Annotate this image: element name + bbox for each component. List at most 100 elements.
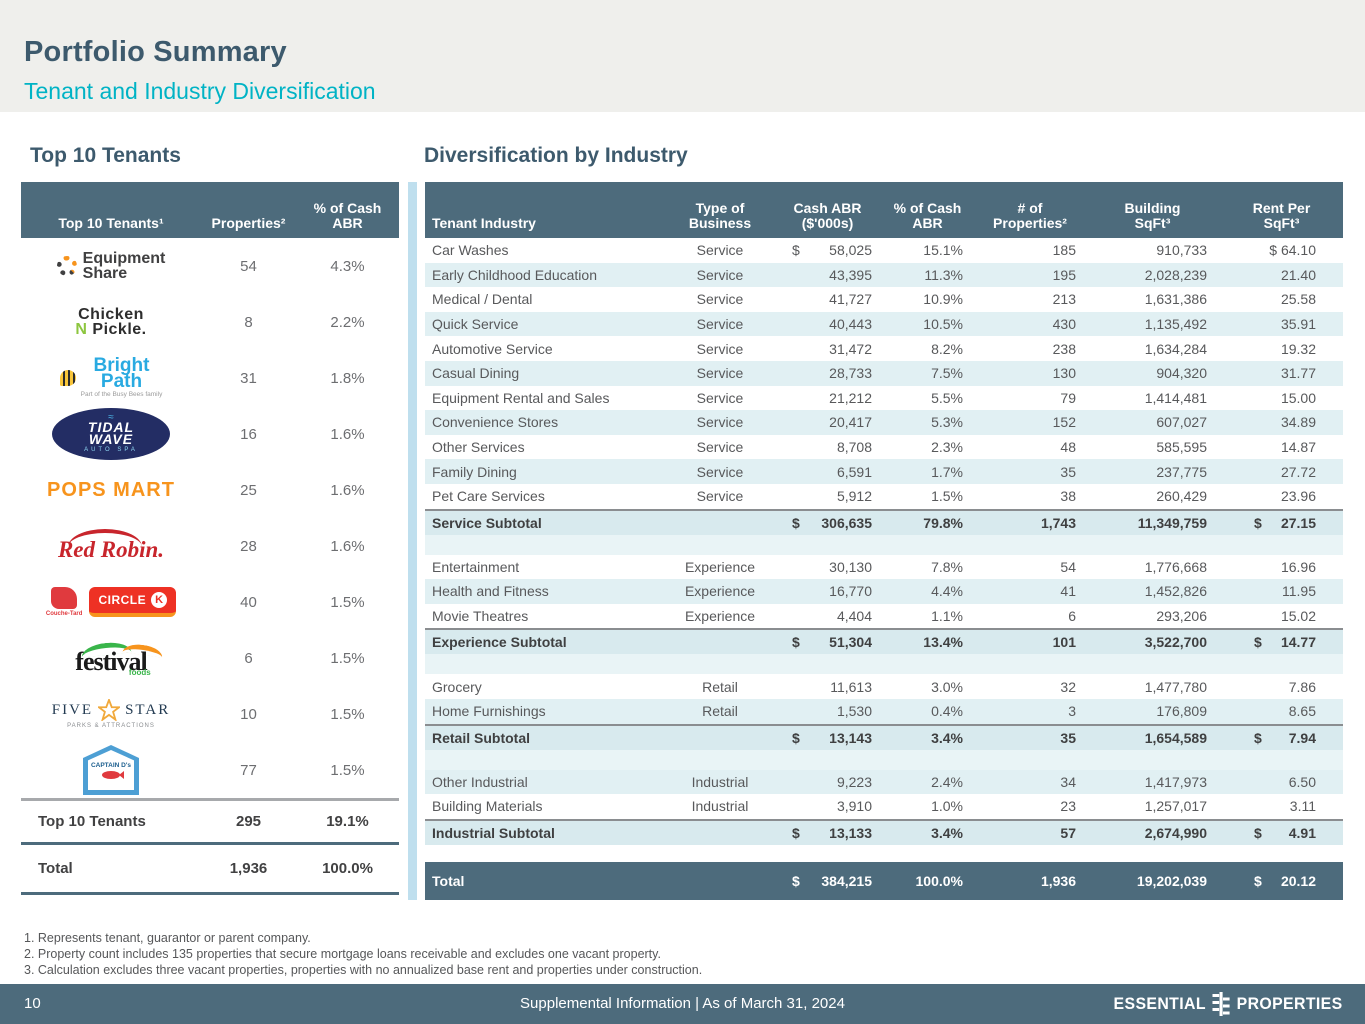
cell-pct-cash-abr: 5.5% xyxy=(880,390,975,406)
cell-building-sqft: 1,452,826 xyxy=(1085,583,1220,599)
page-subtitle: Tenant and Industry Diversification xyxy=(24,78,376,105)
cell-num-properties: 48 xyxy=(975,439,1085,455)
cell-building-sqft: 910,733 xyxy=(1085,242,1220,258)
tenant-pct-abr-cell: 1.5% xyxy=(296,594,399,611)
footnote-1: 1. Represents tenant, guarantor or paren… xyxy=(24,930,702,946)
cell-industry: Industrial Subtotal xyxy=(425,825,665,841)
cell-cash-abr: 30,130 xyxy=(775,559,880,575)
cell-building-sqft: 293,206 xyxy=(1085,608,1220,624)
cell-pct-cash-abr: 5.3% xyxy=(880,414,975,430)
circle-k-logo: Couche-TardCIRCLEK xyxy=(46,587,176,617)
slide: Portfolio Summary Tenant and Industry Di… xyxy=(0,0,1365,1024)
subtotal-row: Industrial Subtotal$13,1333.4%572,674,99… xyxy=(425,819,1343,845)
tenant-logo-cell: CAPTAIN D's xyxy=(21,742,201,798)
cell-type-of-business: Service xyxy=(665,390,775,406)
tenant-logo-cell: EquipmentShare xyxy=(21,238,201,294)
cell-pct-cash-abr: 7.8% xyxy=(880,559,975,575)
cell-industry: Medical / Dental xyxy=(425,291,665,307)
cell-pct-cash-abr: 3.0% xyxy=(880,679,975,695)
cell-type-of-business: Service xyxy=(665,414,775,430)
summary-label: Top 10 Tenants xyxy=(21,813,201,830)
cell-rent-per-sqft: 7.86 xyxy=(1220,679,1343,695)
cell-rent-per-sqft: 31.77 xyxy=(1220,365,1343,381)
cell-rent-per-sqft: 35.91 xyxy=(1220,316,1343,332)
industry-table: Tenant Industry Type of Business Cash AB… xyxy=(425,182,1343,900)
cell-industry: Automotive Service xyxy=(425,341,665,357)
cell-cash-abr: $13,143 xyxy=(775,730,880,746)
cell-rent-per-sqft: 15.02 xyxy=(1220,608,1343,624)
cell-cash-abr: $13,133 xyxy=(775,825,880,841)
tidal-wave-logo: ≈TIDALWAVEAUTO SPA xyxy=(52,408,170,460)
star-icon xyxy=(98,699,120,721)
col-num-properties: # of Properties² xyxy=(975,201,1085,231)
cell-cash-abr: 16,770 xyxy=(775,583,880,599)
tenant-row: Couche-TardCIRCLEK 401.5% xyxy=(21,574,399,630)
tenant-pct-abr-cell: 2.2% xyxy=(296,314,399,331)
summary-properties: 1,936 xyxy=(201,860,296,877)
cell-type-of-business: Retail xyxy=(665,703,775,719)
tenants-table-body: EquipmentShare544.3%ChickenN Pickle.82.2… xyxy=(21,238,399,798)
cell-industry: Other Industrial xyxy=(425,774,665,790)
col-pct-cash-abr: % of Cash ABR xyxy=(880,201,975,231)
table-gap xyxy=(425,750,1343,770)
cell-building-sqft: 19,202,039 xyxy=(1085,873,1220,889)
cell-type-of-business: Service xyxy=(665,291,775,307)
tenant-properties-cell: 31 xyxy=(201,370,296,387)
tenant-properties-cell: 40 xyxy=(201,594,296,611)
col-rent-per-sqft: Rent Per SqFt³ xyxy=(1220,201,1343,231)
cell-building-sqft: 607,027 xyxy=(1085,414,1220,430)
tenant-logo-cell: FIVESTARPARKS & ATTRACTIONS xyxy=(21,686,201,742)
cell-rent-per-sqft: $20.12 xyxy=(1220,873,1343,889)
equipmentshare-logo: EquipmentShare xyxy=(57,251,166,281)
cell-num-properties: 41 xyxy=(975,583,1085,599)
cell-type-of-business: Experience xyxy=(665,559,775,575)
cell-num-properties: 213 xyxy=(975,291,1085,307)
tenant-logo-cell: festivalfoods xyxy=(21,630,201,686)
tenant-logo-cell: BrightPathPart of the Busy Bees family xyxy=(21,350,201,406)
cell-pct-cash-abr: 13.4% xyxy=(880,634,975,650)
cell-type-of-business: Service xyxy=(665,365,775,381)
cell-rent-per-sqft: 21.40 xyxy=(1220,267,1343,283)
cell-type-of-business: Experience xyxy=(665,583,775,599)
cell-industry: Casual Dining xyxy=(425,365,665,381)
industry-row: Convenience StoresService20,4175.3%15260… xyxy=(425,410,1343,435)
cell-type-of-business: Service xyxy=(665,267,775,283)
cell-industry: Retail Subtotal xyxy=(425,730,665,746)
cell-pct-cash-abr: 7.5% xyxy=(880,365,975,381)
cell-industry: Car Washes xyxy=(425,242,665,258)
cell-pct-cash-abr: 8.2% xyxy=(880,341,975,357)
cell-rent-per-sqft: 15.00 xyxy=(1220,390,1343,406)
industry-table-header: Tenant Industry Type of Business Cash AB… xyxy=(425,182,1343,238)
cell-type-of-business: Service xyxy=(665,464,775,480)
tenants-section-heading: Top 10 Tenants xyxy=(30,144,181,168)
tenant-properties-cell: 25 xyxy=(201,482,296,499)
tenant-row: Red Robin.281.6% xyxy=(21,518,399,574)
cell-pct-cash-abr: 4.4% xyxy=(880,583,975,599)
cell-cash-abr: 43,395 xyxy=(775,267,880,283)
industry-row: Car WashesService$58,02515.1%185910,733$… xyxy=(425,238,1343,263)
cell-building-sqft: 1,417,973 xyxy=(1085,774,1220,790)
cell-pct-cash-abr: 1.1% xyxy=(880,608,975,624)
summary-properties: 295 xyxy=(201,813,296,830)
fish-icon xyxy=(102,771,120,779)
tenant-properties-cell: 10 xyxy=(201,706,296,723)
cell-pct-cash-abr: 15.1% xyxy=(880,242,975,258)
tenants-table: Top 10 Tenants¹ Properties² % of Cash AB… xyxy=(21,182,399,895)
cell-num-properties: 79 xyxy=(975,390,1085,406)
footnote-2: 2. Property count includes 135 propertie… xyxy=(24,946,702,962)
cell-industry: Entertainment xyxy=(425,559,665,575)
cell-num-properties: 23 xyxy=(975,798,1085,814)
cell-building-sqft: 1,477,780 xyxy=(1085,679,1220,695)
cell-rent-per-sqft: 16.96 xyxy=(1220,559,1343,575)
footer-bar: 10 Supplemental Information | As of Marc… xyxy=(0,984,1365,1024)
cell-cash-abr: 11,613 xyxy=(775,679,880,695)
cell-num-properties: 6 xyxy=(975,608,1085,624)
cell-pct-cash-abr: 79.8% xyxy=(880,515,975,531)
cell-pct-cash-abr: 3.4% xyxy=(880,825,975,841)
cell-industry: Pet Care Services xyxy=(425,488,665,504)
cell-building-sqft: 1,135,492 xyxy=(1085,316,1220,332)
cell-num-properties: 1,936 xyxy=(975,873,1085,889)
cell-num-properties: 152 xyxy=(975,414,1085,430)
cell-industry: Total xyxy=(425,873,665,889)
cell-building-sqft: 11,349,759 xyxy=(1085,515,1220,531)
